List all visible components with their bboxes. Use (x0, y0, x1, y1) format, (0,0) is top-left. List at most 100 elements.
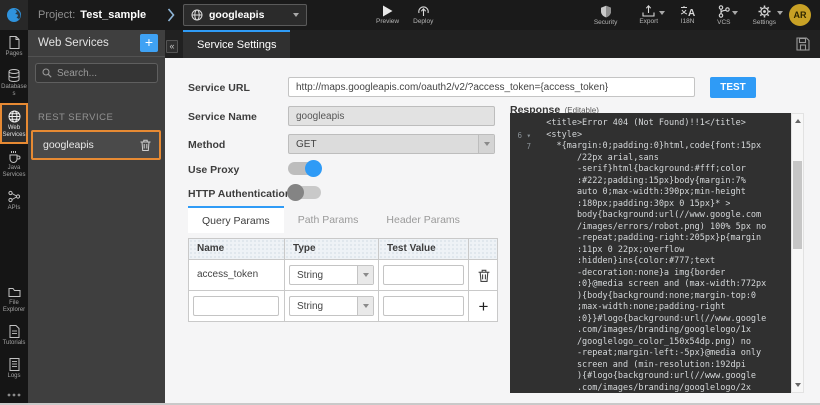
vcs-button[interactable]: VCS (717, 0, 730, 30)
user-avatar[interactable]: AR (789, 4, 811, 26)
toggle-knob (305, 160, 322, 177)
rail-item-file-explorer[interactable]: File Explorer (0, 281, 28, 319)
service-name-input[interactable] (288, 106, 495, 126)
scroll-up-arrow-icon[interactable] (795, 119, 801, 123)
more-options-button[interactable] (0, 385, 28, 405)
settings-button[interactable]: Settings (753, 0, 777, 30)
panel-title: Web Services (38, 37, 140, 49)
code-line: -serif}html{background:#fff;color (510, 164, 791, 176)
param-type-value: String (297, 270, 323, 281)
code-text: ){#logo{background:url(//www.google (536, 371, 756, 383)
code-line: -repeat;margin-left:-5px}@media only (510, 348, 791, 360)
code-text: /images/errors/robot.png) 100% 5px no (536, 222, 766, 234)
save-button[interactable] (796, 37, 810, 51)
chevron-down-icon (777, 11, 783, 15)
param-tabs: Query Params Path Params Header Params (188, 206, 474, 233)
query-params-table: Name Type Test Value access_token String (188, 238, 498, 322)
code-text: -decoration:none}a img{border (536, 268, 725, 280)
folder-icon (8, 287, 21, 298)
add-row-button[interactable]: + (469, 291, 498, 321)
chevron-down-icon (357, 297, 373, 315)
scrollbar-thumb[interactable] (793, 161, 802, 249)
code-line: :0}@media screen and (max-width:772px (510, 279, 791, 291)
rail-item-databases[interactable]: Databases (0, 63, 28, 103)
rail-item-pages[interactable]: Pages (0, 30, 28, 63)
rail-item-apis[interactable]: APIs (0, 184, 28, 217)
service-name-label: Service Name (188, 111, 257, 123)
table-row: access_token String (189, 259, 497, 290)
app-window: Project: Test_sample googleapis Preview (0, 0, 820, 405)
code-text: :0}}#logo{background:url(//www.google (536, 314, 766, 326)
rest-service-section-label: REST SERVICE (38, 112, 113, 123)
code-line: /images/errors/robot.png) 100% 5px no (510, 222, 791, 234)
param-type-select[interactable]: String (289, 265, 374, 285)
tab-header-params[interactable]: Header Params (372, 206, 474, 233)
code-line: 7 *{margin:0;padding:0}html,code{font:15… (510, 141, 791, 153)
add-service-button[interactable]: + (140, 34, 158, 52)
chevron-down-icon (293, 13, 299, 17)
deploy-button[interactable]: Deploy (413, 0, 433, 30)
settings-label: Settings (753, 19, 777, 26)
web-services-panel: Web Services + REST SERVICE googleapis (28, 30, 165, 405)
new-param-type-select[interactable]: String (289, 296, 374, 316)
security-label: Security (594, 19, 617, 26)
line-number (510, 314, 536, 326)
code-line: ;max-width:none;padding-right (510, 302, 791, 314)
line-number (510, 360, 536, 372)
line-number (510, 187, 536, 199)
test-value-input[interactable] (383, 265, 464, 285)
service-search[interactable] (35, 63, 158, 83)
method-label: Method (188, 139, 225, 151)
line-number (510, 325, 536, 337)
collapse-panel-button[interactable]: « (166, 40, 178, 53)
line-number (510, 153, 536, 165)
run-actions: Preview Deploy (376, 0, 433, 30)
header-actions (468, 239, 497, 259)
rail-item-logs[interactable]: Logs (0, 352, 28, 385)
svg-text:A: A (688, 8, 695, 17)
http-auth-toggle[interactable] (288, 186, 321, 199)
line-number (510, 279, 536, 291)
method-select[interactable]: GET (288, 134, 495, 154)
code-text: .com/images/branding/googlelogo/1x (536, 325, 751, 337)
new-test-value-input[interactable] (383, 296, 464, 316)
tab-service-settings[interactable]: Service Settings (183, 30, 290, 58)
preview-button[interactable]: Preview (376, 0, 399, 30)
chevron-down-icon (478, 135, 494, 153)
service-url-input[interactable] (288, 77, 695, 97)
tab-path-params[interactable]: Path Params (284, 206, 373, 233)
delete-service-button[interactable] (140, 139, 151, 151)
rail-item-web-services[interactable]: Web Services (0, 103, 28, 145)
security-button[interactable]: Security (594, 0, 617, 30)
project-breadcrumb[interactable]: Project: Test_sample (38, 0, 146, 30)
new-param-name-input[interactable] (193, 296, 279, 316)
export-label: Export (639, 18, 658, 25)
line-number (510, 245, 536, 257)
tab-query-params[interactable]: Query Params (188, 206, 284, 233)
code-text: :0}@media screen and (max-width:772px (536, 279, 766, 291)
code-line: :#222;padding:15px}body{margin:7% (510, 176, 791, 188)
service-selector-dropdown[interactable]: googleapis (183, 4, 307, 26)
selected-service-highlight: googleapis (31, 130, 161, 160)
toolbar-actions: Security Export A I18N VCS (594, 0, 776, 30)
app-logo[interactable] (0, 0, 28, 30)
chevron-down-icon (732, 11, 738, 15)
line-number (510, 371, 536, 383)
export-button[interactable]: Export (639, 0, 658, 30)
rail-item-tutorials[interactable]: Tutorials (0, 319, 28, 352)
page-icon (9, 36, 20, 49)
line-number (510, 176, 536, 188)
search-input[interactable] (57, 68, 147, 79)
use-proxy-toggle[interactable] (288, 162, 321, 175)
rail-item-java-services[interactable]: Java Services (0, 144, 28, 184)
editor-scrollbar[interactable] (791, 113, 804, 393)
service-list-item[interactable]: googleapis (33, 132, 159, 158)
test-button[interactable]: TEST (710, 77, 756, 98)
scroll-down-arrow-icon[interactable] (795, 383, 801, 387)
line-number (510, 210, 536, 222)
i18n-button[interactable]: A I18N (680, 0, 695, 30)
delete-row-button[interactable] (469, 260, 498, 290)
response-code-editor[interactable]: <title>Error 404 (Not Found)!!1</title> … (510, 113, 791, 393)
header-test-value: Test Value (378, 239, 468, 259)
code-line: -repeat;padding-right:205px}p{margin (510, 233, 791, 245)
